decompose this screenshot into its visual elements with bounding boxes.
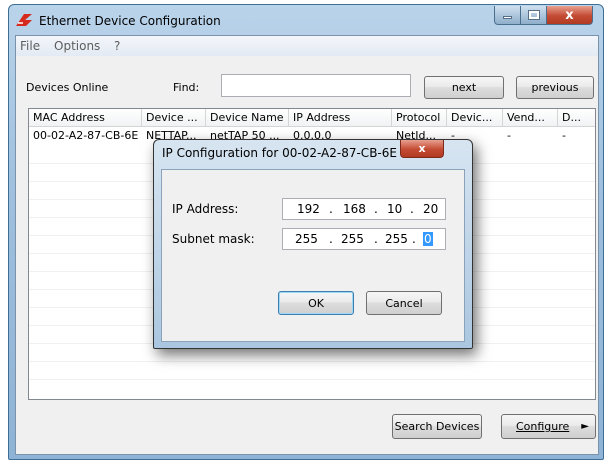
ip-separator: .: [410, 202, 414, 216]
column-ip-address[interactable]: IP Address: [289, 109, 392, 127]
grid-line: [29, 361, 595, 362]
ip-address-label: IP Address:: [172, 202, 239, 216]
menu-bar: File Options ?: [16, 36, 598, 56]
close-icon: x: [565, 7, 574, 23]
subnet-octet-2: 255: [341, 232, 364, 246]
minimize-button[interactable]: [494, 6, 521, 25]
subnet-octet-1: 255: [295, 232, 318, 246]
find-input[interactable]: [221, 74, 411, 97]
title-bar: Ethernet Device Configuration x: [9, 5, 603, 35]
column-vendor[interactable]: Vend...: [503, 109, 558, 127]
dialog-close-button[interactable]: x: [400, 140, 444, 158]
cancel-button[interactable]: Cancel: [366, 291, 442, 315]
column-mac-address[interactable]: MAC Address: [29, 109, 142, 127]
devices-online-label: Devices Online: [26, 81, 109, 94]
next-button[interactable]: next: [424, 76, 504, 99]
subnet-separator: .: [374, 232, 378, 246]
dialog-title: IP Configuration for 00-02-A2-87-CB-6E: [162, 146, 397, 160]
ip-octet-2: 168: [343, 202, 366, 216]
subnet-separator: .: [329, 232, 333, 246]
column-d[interactable]: D...: [558, 109, 595, 127]
ip-octet-3: 10: [387, 202, 403, 216]
ip-octet-4: 20: [423, 202, 439, 216]
subnet-octet-3: 255: [385, 232, 408, 246]
close-button[interactable]: x: [546, 6, 593, 25]
cell-mac: 00-02-A2-87-CB-6E: [33, 129, 139, 142]
menu-file[interactable]: File: [20, 39, 40, 53]
maximize-button[interactable]: [520, 6, 547, 25]
cell-d: -: [562, 129, 566, 142]
subnet-octet-4: 0: [423, 232, 433, 246]
previous-button[interactable]: previous: [516, 76, 594, 99]
subnet-separator: .: [412, 232, 416, 246]
column-device-class[interactable]: Devic...: [447, 109, 503, 127]
arrow-right-icon: ►: [581, 421, 589, 432]
subnet-mask-label: Subnet mask:: [172, 232, 255, 246]
close-icon: x: [418, 142, 426, 155]
grid-line: [29, 379, 595, 380]
find-label: Find:: [173, 81, 200, 94]
configure-label: Configure: [516, 420, 570, 433]
menu-help[interactable]: ?: [114, 39, 120, 53]
search-devices-button[interactable]: Search Devices: [392, 414, 482, 439]
ip-separator: .: [329, 202, 333, 216]
column-protocol[interactable]: Protocol: [392, 109, 447, 127]
list-header: MAC Address Device ... Device Name IP Ad…: [29, 109, 595, 127]
column-device-name[interactable]: Device Name: [206, 109, 289, 127]
ok-button[interactable]: OK: [278, 291, 354, 315]
ip-octet-1: 192: [297, 202, 320, 216]
app-logo-icon: [16, 14, 32, 26]
ip-configuration-dialog: IP Configuration for 00-02-A2-87-CB-6E x…: [153, 139, 473, 349]
cell-vendor: -: [507, 129, 511, 142]
column-device-type[interactable]: Device ...: [142, 109, 206, 127]
ip-separator: .: [374, 202, 378, 216]
ip-address-field[interactable]: 192 . 168 . 10 . 20: [282, 198, 446, 220]
minimize-icon: [503, 16, 512, 19]
dialog-client: IP Address: 192 . 168 . 10 . 20 Subnet m…: [161, 169, 465, 342]
configure-button[interactable]: Configure ►: [501, 414, 596, 439]
window-title: Ethernet Device Configuration: [39, 14, 221, 28]
menu-options[interactable]: Options: [54, 39, 100, 53]
subnet-mask-field[interactable]: 255 . 255 . 255 . 0: [282, 228, 446, 250]
maximize-icon: [527, 10, 540, 20]
